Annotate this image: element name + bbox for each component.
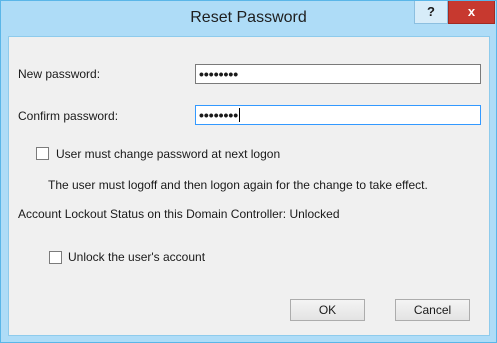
- reset-password-dialog: Reset Password ? x New password: •••••••…: [0, 0, 497, 343]
- new-password-field[interactable]: ••••••••: [195, 64, 481, 84]
- confirm-password-field[interactable]: ••••••••: [195, 105, 481, 125]
- help-button[interactable]: ?: [414, 1, 448, 24]
- help-icon: ?: [427, 4, 435, 19]
- must-change-password-label[interactable]: User must change password at next logon: [56, 147, 280, 161]
- dialog-body: New password: •••••••• Confirm password:…: [8, 36, 490, 336]
- lockout-status-text: Account Lockout Status on this Domain Co…: [18, 207, 340, 221]
- confirm-password-label: Confirm password:: [18, 109, 119, 123]
- unlock-account-checkbox[interactable]: [49, 251, 62, 264]
- confirm-password-value: ••••••••: [199, 107, 239, 123]
- must-change-password-checkbox[interactable]: [36, 147, 49, 160]
- logoff-info-text: The user must logoff and then logon agai…: [48, 178, 428, 192]
- unlock-account-label[interactable]: Unlock the user's account: [68, 250, 205, 264]
- ok-button[interactable]: OK: [290, 299, 365, 321]
- text-caret: [239, 108, 241, 122]
- close-icon: x: [467, 4, 476, 19]
- close-button[interactable]: x: [448, 1, 495, 24]
- new-password-label: New password:: [18, 67, 101, 81]
- new-password-value: ••••••••: [199, 66, 239, 82]
- cancel-button[interactable]: Cancel: [395, 299, 470, 321]
- title-bar[interactable]: Reset Password ? x: [1, 1, 496, 35]
